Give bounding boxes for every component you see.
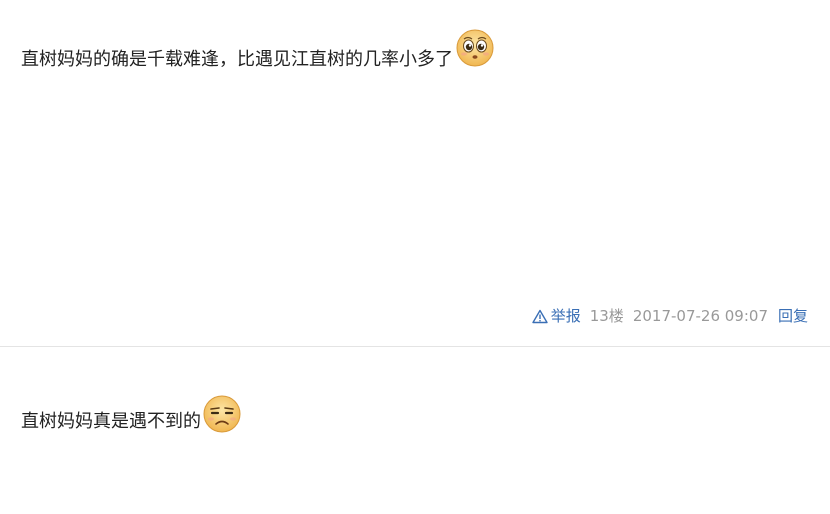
comment-text: 直树妈妈的确是千载难逢，比遇见江直树的几率小多了 (21, 49, 453, 70)
comment-meta: 举报 13楼 2017-07-26 09:07 回复 (532, 305, 808, 327)
floor-number: 13楼 (589, 307, 624, 325)
tearful-emoji-icon (455, 28, 495, 68)
unamused-emoji-icon (202, 394, 242, 434)
comment-content: 直树妈妈真是遇不到的 (21, 395, 242, 442)
report-label: 举报 (550, 307, 581, 325)
comment-post: 直树妈妈的确是千载难逢，比遇见江直树的几率小多了 举报 13楼 2017-07-… (0, 0, 830, 346)
post-timestamp: 2017-07-26 09:07 (632, 307, 768, 325)
comment-text: 直树妈妈真是遇不到的 (21, 411, 201, 432)
warning-icon (532, 309, 548, 323)
comment-post: 直树妈妈真是遇不到的 (0, 347, 830, 514)
reply-link[interactable]: 回复 (778, 305, 808, 327)
comment-content: 直树妈妈的确是千载难逢，比遇见江直树的几率小多了 (21, 29, 495, 80)
report-link[interactable]: 举报 (532, 305, 581, 327)
